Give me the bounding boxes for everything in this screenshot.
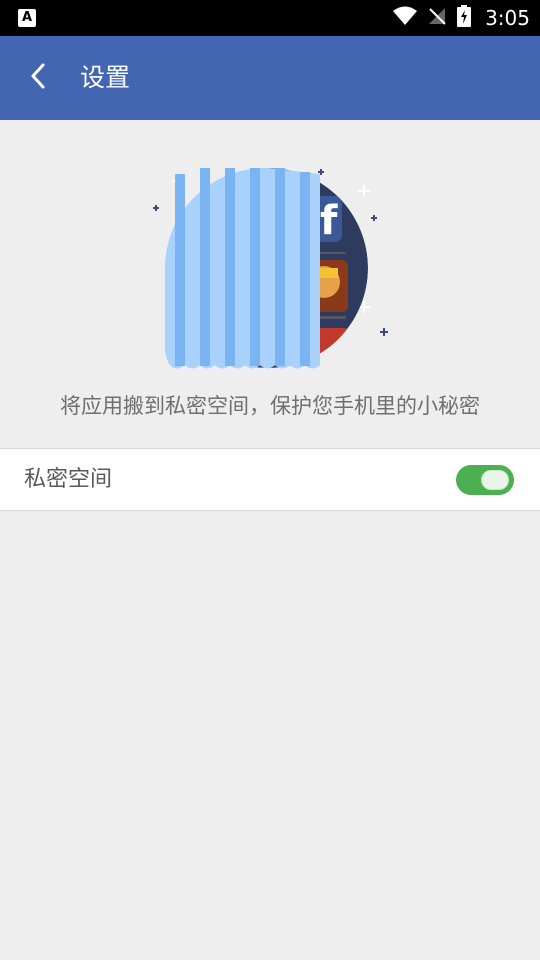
svg-text:f: f — [320, 198, 338, 244]
private-space-illustration: f — [140, 160, 400, 390]
private-space-toggle[interactable] — [456, 465, 514, 495]
back-button[interactable] — [18, 58, 58, 98]
chevron-left-icon — [29, 63, 47, 93]
signal-off-icon — [427, 6, 447, 30]
app-notification-icon: A — [18, 9, 36, 27]
private-space-setting-row[interactable]: 私密空间 — [0, 448, 540, 511]
wifi-icon — [393, 6, 418, 30]
status-time: 3:05 — [485, 6, 530, 30]
battery-charging-icon — [457, 5, 472, 31]
app-notification-icon-letter: A — [21, 10, 33, 25]
private-space-label: 私密空间 — [24, 467, 113, 492]
status-bar: A 3:05 — [0, 0, 540, 36]
toggle-knob — [481, 470, 509, 490]
private-space-description: 将应用搬到私密空间，保护您手机里的小秘密 — [60, 394, 480, 418]
page-title: 设置 — [80, 63, 131, 92]
status-icons: 3:05 — [393, 0, 530, 36]
app-bar: 设置 — [0, 36, 540, 120]
curtain — [164, 167, 320, 369]
